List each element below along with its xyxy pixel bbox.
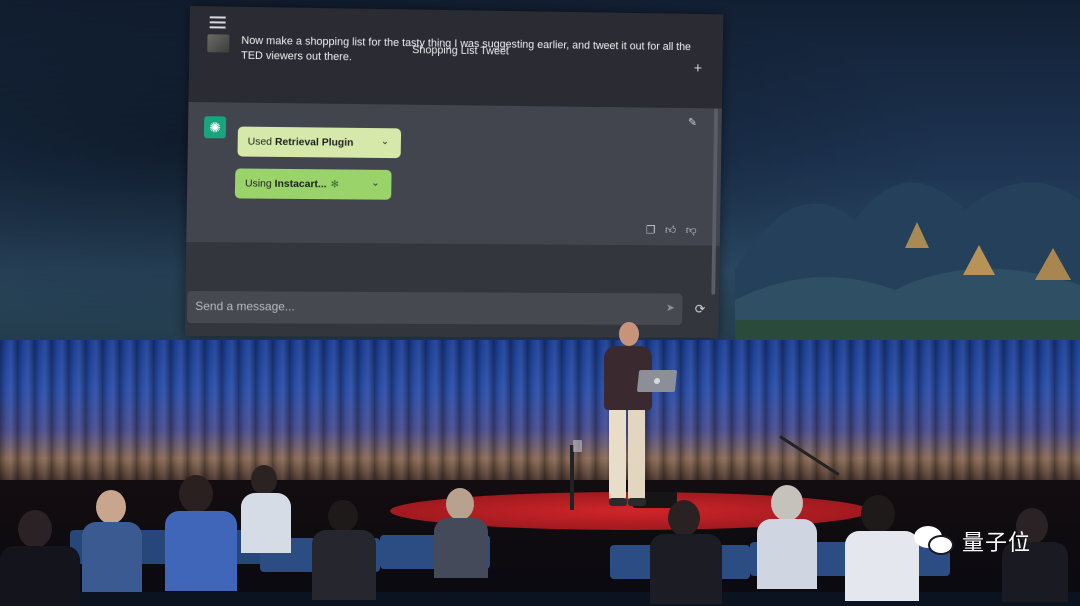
watermark: 量子位 bbox=[914, 524, 1031, 558]
spinner-icon: ✻ bbox=[330, 178, 339, 190]
user-message: Now make a shopping list for the tasty t… bbox=[240, 34, 692, 64]
projected-chat-screen: Shopping List Tweet + Now make a shoppin… bbox=[184, 6, 724, 338]
plugin-status-label: Using Instacart... bbox=[244, 177, 327, 191]
openai-logo-icon: ✺ bbox=[203, 116, 227, 139]
copy-icon[interactable]: ❐ bbox=[646, 224, 656, 237]
thumbs-up-icon[interactable]: 👍︎ bbox=[665, 224, 676, 237]
water-glass bbox=[573, 440, 582, 452]
message-input-placeholder: Send a message... bbox=[195, 299, 295, 314]
plugin-status-label: Used Retrieval Plugin bbox=[247, 135, 354, 149]
speaker-head bbox=[619, 322, 639, 346]
laptop bbox=[636, 370, 678, 392]
plugin-status-retrieval[interactable]: Used Retrieval Plugin ⌄ bbox=[237, 126, 402, 159]
thumbs-down-icon[interactable]: 👎︎ bbox=[686, 224, 697, 237]
user-avatar bbox=[207, 34, 230, 53]
wechat-logo-icon bbox=[914, 524, 956, 558]
landscape-illustration bbox=[735, 182, 1080, 360]
regenerate-icon[interactable]: ⟳ bbox=[695, 301, 706, 317]
send-icon[interactable]: ➤ bbox=[666, 301, 675, 314]
watermark-text: 量子位 bbox=[962, 531, 1032, 556]
assistant-message: ✺ ✎ Used Retrieval Plugin ⌄ Using Instac… bbox=[186, 101, 722, 246]
chevron-down-icon: ⌄ bbox=[380, 136, 390, 148]
edit-icon[interactable]: ✎ bbox=[688, 116, 697, 129]
chat-header: Shopping List Tweet + Now make a shoppin… bbox=[188, 6, 724, 109]
chevron-down-icon: ⌄ bbox=[371, 177, 380, 189]
apple-logo-icon bbox=[653, 378, 661, 384]
plugin-status-instacart[interactable]: Using Instacart... ✻ ⌄ bbox=[234, 168, 392, 200]
menu-icon[interactable] bbox=[209, 16, 226, 29]
message-actions: ❐ 👍︎ 👎︎ bbox=[646, 224, 697, 237]
